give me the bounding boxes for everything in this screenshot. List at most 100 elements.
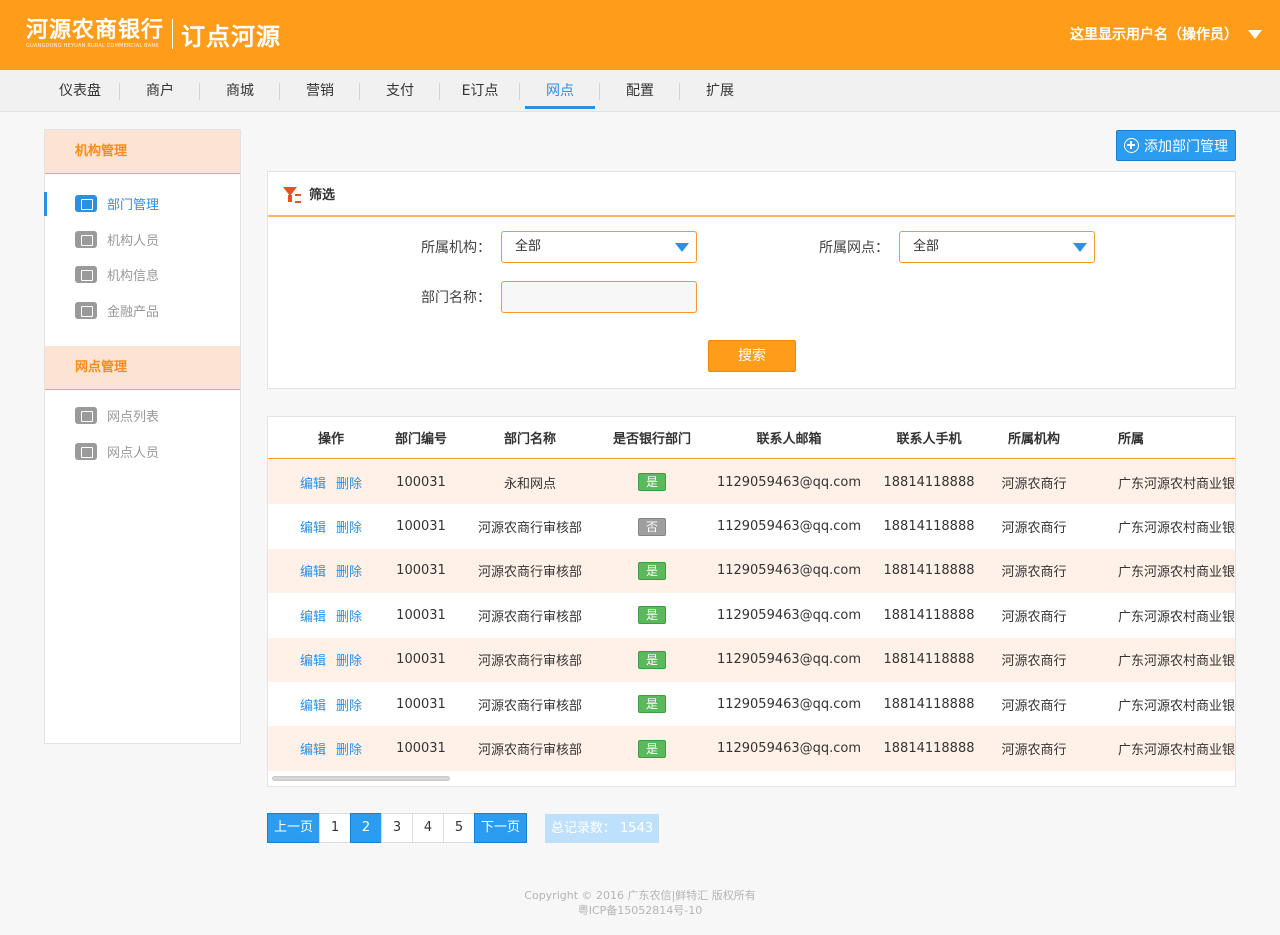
user-menu[interactable]: 这里显示用户名（操作员） xyxy=(1070,24,1262,44)
dept-id-cell: 100031 xyxy=(396,607,446,623)
nav-item-e-dingdian[interactable]: E订点 xyxy=(440,70,520,112)
dept-name-input[interactable] xyxy=(501,281,697,313)
sidebar-item-financial-products[interactable]: 金融产品 xyxy=(45,293,240,329)
dept-name-label: 部门名称： xyxy=(421,290,491,306)
page-button[interactable]: 4 xyxy=(412,813,444,843)
org-cell: 河源农商行 xyxy=(1001,609,1067,625)
dept-name-cell: 永和网点 xyxy=(503,476,556,492)
edit-link[interactable]: 编辑 xyxy=(300,650,326,669)
delete-link[interactable]: 删除 xyxy=(336,473,362,492)
horizontal-scrollbar[interactable] xyxy=(272,776,450,781)
plus-circle-icon xyxy=(1124,138,1139,153)
filter-header: 筛选 xyxy=(268,172,1235,217)
sidebar-item-department[interactable]: 部门管理 xyxy=(44,186,240,222)
phone-cell: 18814118888 xyxy=(883,741,975,757)
dept-name-cell: 河源农商行审核部 xyxy=(477,654,582,670)
pagination: 上一页 1 2 3 4 5 下一页 xyxy=(267,813,527,843)
status-badge: 是 xyxy=(638,606,666,625)
org-cell: 河源农商行 xyxy=(1001,654,1067,670)
nav-item-dashboard[interactable]: 仪表盘 xyxy=(40,70,120,112)
branch-filter-label: 所属网点： xyxy=(819,240,889,256)
page-button[interactable]: 5 xyxy=(443,813,475,843)
org-cell: 河源农商行 xyxy=(1001,743,1067,759)
phone-cell: 18814118888 xyxy=(883,607,975,623)
nav-item-mall[interactable]: 商城 xyxy=(200,70,280,112)
status-badge: 是 xyxy=(638,650,666,669)
dept-id-cell: 100031 xyxy=(396,652,446,668)
delete-link[interactable]: 删除 xyxy=(336,517,362,536)
email-cell: 1129059463@qq.com xyxy=(716,519,862,535)
sidebar-item-label: 部门管理 xyxy=(107,198,160,214)
edit-link[interactable]: 编辑 xyxy=(300,473,326,492)
org-cell: 河源农商行 xyxy=(1001,476,1067,492)
add-department-label: 添加部门管理 xyxy=(1144,138,1228,155)
delete-link[interactable]: 删除 xyxy=(336,695,362,714)
col-header-org2: 所属 xyxy=(1118,432,1145,447)
sidebar-item-branch-staff[interactable]: 网点人员 xyxy=(45,434,240,470)
org-cell: 河源农商行 xyxy=(1001,698,1067,714)
status-badge: 是 xyxy=(638,695,666,714)
sidebar: 机构管理 部门管理 机构人员 机构信息 金融产品 网点管理 网点列表 网点人员 xyxy=(44,129,241,744)
page-button[interactable]: 1 xyxy=(319,813,351,843)
nav-item-config[interactable]: 配置 xyxy=(600,70,680,112)
next-page-button[interactable]: 下一页 xyxy=(474,813,527,843)
phone-cell: 18814118888 xyxy=(883,519,975,535)
org-cell: 河源农商行 xyxy=(1001,565,1067,581)
edit-link[interactable]: 编辑 xyxy=(300,517,326,536)
phone-cell: 18814118888 xyxy=(883,474,975,490)
email-cell: 1129059463@qq.com xyxy=(716,696,862,712)
sidebar-item-label: 金融产品 xyxy=(107,304,160,320)
status-badge: 是 xyxy=(638,561,666,580)
edit-link[interactable]: 编辑 xyxy=(300,739,326,758)
sidebar-item-branch-list[interactable]: 网点列表 xyxy=(45,398,240,434)
branch-select[interactable]: 全部 xyxy=(899,231,1095,263)
top-header: 河源农商银行 GUANGDONG HEYUAN RURAL COMMERCIAL… xyxy=(0,0,1280,70)
email-cell: 1129059463@qq.com xyxy=(716,741,862,757)
sidebar-item-label: 网点人员 xyxy=(107,445,160,461)
nav-item-marketing[interactable]: 营销 xyxy=(280,70,360,112)
delete-link[interactable]: 删除 xyxy=(336,650,362,669)
network-icon xyxy=(75,407,97,425)
nav-item-extend[interactable]: 扩展 xyxy=(680,70,760,112)
brand-logo[interactable]: 河源农商银行 GUANGDONG HEYUAN RURAL COMMERCIAL… xyxy=(26,16,281,52)
money-icon xyxy=(75,301,97,319)
nav-item-payment[interactable]: 支付 xyxy=(360,70,440,112)
branch-select-value: 全部 xyxy=(913,239,940,254)
sidebar-item-label: 机构信息 xyxy=(107,269,160,285)
col-header-actions: 操作 xyxy=(317,432,344,447)
email-cell: 1129059463@qq.com xyxy=(716,474,862,490)
sidebar-group-title-org: 机构管理 xyxy=(45,130,240,174)
sidebar-item-org-info[interactable]: 机构信息 xyxy=(45,257,240,293)
add-department-button[interactable]: 添加部门管理 xyxy=(1116,130,1236,161)
edit-link[interactable]: 编辑 xyxy=(300,561,326,580)
email-cell: 1129059463@qq.com xyxy=(716,563,862,579)
footer: Copyright © 2016 广东农信|鲜特汇 版权所有 粤ICP备1505… xyxy=(0,888,1280,918)
page-button-current[interactable]: 2 xyxy=(350,813,382,843)
delete-link[interactable]: 删除 xyxy=(336,739,362,758)
email-cell: 1129059463@qq.com xyxy=(716,652,862,668)
search-button[interactable]: 搜索 xyxy=(708,340,796,372)
table-row: 编辑 删除 100031 河源农商行审核部 是 1129059463@qq.com… xyxy=(268,682,1235,726)
org2-cell: 广东河源农村商业银行 xyxy=(1118,609,1236,625)
page-button[interactable]: 3 xyxy=(381,813,413,843)
dropdown-arrow-icon xyxy=(675,243,689,252)
nav-item-merchant[interactable]: 商户 xyxy=(120,70,200,112)
dept-name-cell: 河源农商行审核部 xyxy=(477,609,582,625)
sidebar-item-org-staff[interactable]: 机构人员 xyxy=(45,222,240,258)
delete-link[interactable]: 删除 xyxy=(336,606,362,625)
sidebar-group-title-branch: 网点管理 xyxy=(45,346,240,390)
org-select[interactable]: 全部 xyxy=(501,231,697,263)
caret-down-icon xyxy=(1248,29,1262,39)
org-filter-label: 所属机构： xyxy=(421,240,491,256)
dept-name-cell: 河源农商行审核部 xyxy=(477,698,582,714)
delete-link[interactable]: 删除 xyxy=(336,561,362,580)
col-header-dept-id: 部门编号 xyxy=(394,432,447,447)
dept-id-cell: 100031 xyxy=(396,741,446,757)
table-row: 编辑 删除 100031 河源农商行审核部 是 1129059463@qq.com… xyxy=(268,548,1235,594)
nav-item-branch[interactable]: 网点 xyxy=(520,70,600,112)
person-icon xyxy=(75,230,97,248)
dept-name-cell: 河源农商行审核部 xyxy=(477,743,582,759)
edit-link[interactable]: 编辑 xyxy=(300,695,326,714)
edit-link[interactable]: 编辑 xyxy=(300,606,326,625)
prev-page-button[interactable]: 上一页 xyxy=(267,813,320,843)
